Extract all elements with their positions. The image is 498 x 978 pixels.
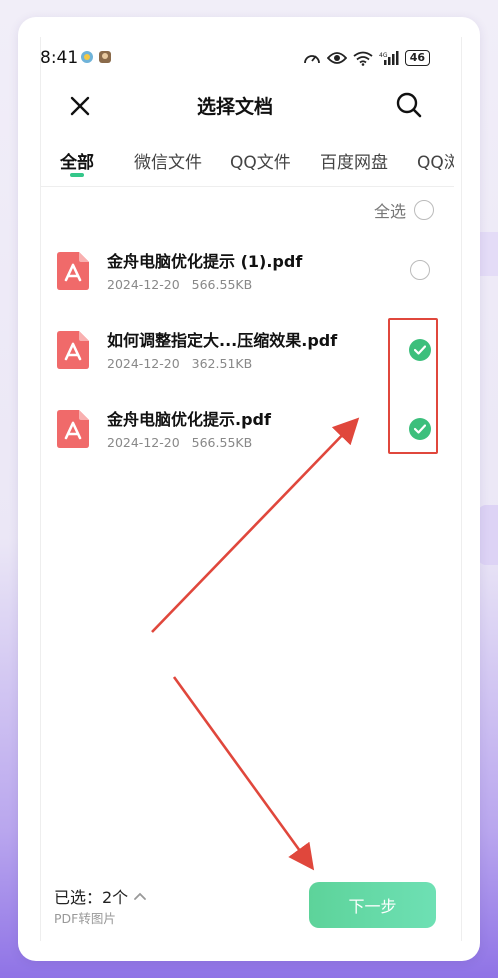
svg-text:4G: 4G	[379, 52, 388, 59]
bottom-bar: 已选：2个 PDF转图片 下一步	[40, 874, 440, 934]
file-name: 如何调整指定大...压缩效果.pdf	[107, 331, 338, 350]
file-size: 566.55KB	[191, 277, 253, 292]
pdf-file-icon	[57, 252, 89, 290]
status-bar: 8:41 4G 46	[40, 44, 430, 74]
avatar-notification-icon	[99, 51, 111, 63]
selected-count-label: 已选：2个	[54, 888, 129, 907]
select-all-label: 全选	[373, 202, 406, 221]
background-shape	[478, 505, 498, 565]
tab-wechat-files[interactable]: 微信文件	[134, 148, 202, 173]
tab-all[interactable]: 全部	[60, 148, 94, 173]
selected-count[interactable]: 已选：2个	[54, 884, 147, 908]
wifi-icon	[353, 51, 373, 66]
file-name: 金舟电脑优化提示 (1).pdf	[107, 252, 303, 271]
eye-icon	[326, 52, 347, 64]
header: 选择文档	[40, 84, 430, 128]
file-meta: 2024-12-20 362.51KB	[107, 356, 252, 371]
battery-indicator: 46	[404, 50, 430, 66]
file-row[interactable]: 金舟电脑优化提示 (1).pdf 2024-12-20 566.55KB	[40, 238, 454, 308]
tab-qq-browser[interactable]: QQ浏	[417, 148, 454, 173]
file-date: 2024-12-20	[107, 277, 180, 292]
app-notification-icon	[81, 51, 93, 63]
signal-icon: 4G	[379, 50, 399, 65]
conversion-type-label: PDF转图片	[54, 911, 116, 926]
tab-bar: 全部 微信文件 QQ文件 百度网盘 QQ浏	[40, 142, 454, 187]
select-all[interactable]: 全选	[374, 198, 434, 222]
search-icon[interactable]	[394, 90, 424, 120]
select-all-radio[interactable]	[414, 200, 434, 220]
file-date: 2024-12-20	[107, 435, 180, 450]
page-title: 选择文档	[196, 96, 273, 118]
speed-icon	[303, 55, 320, 64]
file-date: 2024-12-20	[107, 356, 180, 371]
pdf-file-icon	[57, 410, 89, 448]
tab-qq-files[interactable]: QQ文件	[230, 148, 291, 173]
status-time: 8:41	[40, 48, 79, 68]
file-meta: 2024-12-20 566.55KB	[107, 435, 252, 450]
file-select-radio[interactable]	[410, 260, 430, 280]
file-size: 566.55KB	[191, 435, 253, 450]
next-button[interactable]: 下一步	[309, 882, 436, 928]
tab-baidu-netdisk[interactable]: 百度网盘	[320, 148, 388, 173]
chevron-up-icon[interactable]	[134, 892, 147, 900]
annotation-highlight-box	[388, 318, 438, 454]
file-meta: 2024-12-20 566.55KB	[107, 277, 252, 292]
active-tab-indicator	[70, 173, 84, 177]
file-size: 362.51KB	[191, 356, 253, 371]
file-name: 金舟电脑优化提示.pdf	[107, 410, 271, 429]
pdf-file-icon	[57, 331, 89, 369]
